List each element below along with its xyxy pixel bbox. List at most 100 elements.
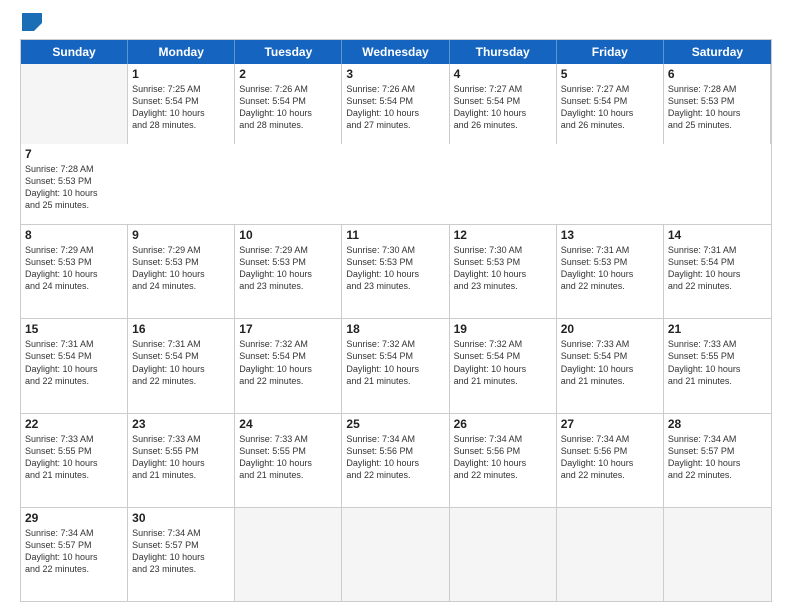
calendar-cell: 11Sunrise: 7:30 AM Sunset: 5:53 PM Dayli… bbox=[342, 225, 449, 318]
calendar-row: 1Sunrise: 7:25 AM Sunset: 5:54 PM Daylig… bbox=[21, 64, 771, 224]
calendar-cell: 23 Sunrise: 7:33 AM Sunset: 5:55 PM Dayli… bbox=[128, 414, 235, 507]
day-info: Sunrise: 7:34 AM Sunset: 5:57 PM Dayligh… bbox=[25, 527, 123, 576]
calendar: SundayMondayTuesdayWednesdayThursdayFrid… bbox=[20, 39, 772, 602]
day-info: Sunrise: 7:33 AM Sunset: 5:55 PM Dayligh… bbox=[132, 433, 230, 482]
weekday-header: Wednesday bbox=[342, 40, 449, 64]
day-info: Sunrise: 7:29 AM Sunset: 5:53 PM Dayligh… bbox=[132, 244, 230, 293]
calendar-cell: 20 Sunrise: 7:33 AM Sunset: 5:54 PM Dayli… bbox=[557, 319, 664, 412]
day-number: 23 bbox=[132, 417, 230, 431]
day-info: Sunrise: 7:31 AM Sunset: 5:53 PM Dayligh… bbox=[561, 244, 659, 293]
day-info: Sunrise: 7:32 AM Sunset: 5:54 PM Dayligh… bbox=[346, 338, 444, 387]
calendar-cell: 24 Sunrise: 7:33 AM Sunset: 5:55 PM Dayli… bbox=[235, 414, 342, 507]
calendar-cell: 17 Sunrise: 7:32 AM Sunset: 5:54 PM Dayli… bbox=[235, 319, 342, 412]
weekday-header: Saturday bbox=[664, 40, 771, 64]
calendar-cell: 1Sunrise: 7:25 AM Sunset: 5:54 PM Daylig… bbox=[128, 64, 235, 144]
calendar-cell: 30 Sunrise: 7:34 AM Sunset: 5:57 PM Dayli… bbox=[128, 508, 235, 601]
day-number: 21 bbox=[668, 322, 767, 336]
calendar-row: 29 Sunrise: 7:34 AM Sunset: 5:57 PM Dayli… bbox=[21, 507, 771, 601]
day-number: 25 bbox=[346, 417, 444, 431]
day-number: 4 bbox=[454, 67, 552, 81]
day-number: 27 bbox=[561, 417, 659, 431]
calendar-cell: 13Sunrise: 7:31 AM Sunset: 5:53 PM Dayli… bbox=[557, 225, 664, 318]
calendar-cell: 2 Sunrise: 7:26 AM Sunset: 5:54 PM Daylig… bbox=[235, 64, 342, 144]
calendar-cell bbox=[21, 64, 128, 144]
day-number: 7 bbox=[25, 147, 124, 161]
day-number: 6 bbox=[668, 67, 766, 81]
calendar-row: 22 Sunrise: 7:33 AM Sunset: 5:55 PM Dayli… bbox=[21, 413, 771, 507]
day-info: Sunrise: 7:33 AM Sunset: 5:55 PM Dayligh… bbox=[239, 433, 337, 482]
calendar-cell: 15 Sunrise: 7:31 AM Sunset: 5:54 PM Dayli… bbox=[21, 319, 128, 412]
calendar-cell: 8 Sunrise: 7:29 AM Sunset: 5:53 PM Daylig… bbox=[21, 225, 128, 318]
calendar-cell: 28 Sunrise: 7:34 AM Sunset: 5:57 PM Dayli… bbox=[664, 414, 771, 507]
calendar-cell: 22 Sunrise: 7:33 AM Sunset: 5:55 PM Dayli… bbox=[21, 414, 128, 507]
calendar-cell: 3Sunrise: 7:26 AM Sunset: 5:54 PM Daylig… bbox=[342, 64, 449, 144]
day-number: 12 bbox=[454, 228, 552, 242]
calendar-cell: 4 Sunrise: 7:27 AM Sunset: 5:54 PM Daylig… bbox=[450, 64, 557, 144]
calendar-cell bbox=[557, 508, 664, 601]
day-info: Sunrise: 7:33 AM Sunset: 5:55 PM Dayligh… bbox=[25, 433, 123, 482]
day-number: 15 bbox=[25, 322, 123, 336]
logo bbox=[20, 15, 42, 31]
day-info: Sunrise: 7:31 AM Sunset: 5:54 PM Dayligh… bbox=[25, 338, 123, 387]
day-number: 22 bbox=[25, 417, 123, 431]
logo-icon bbox=[22, 13, 42, 31]
day-info: Sunrise: 7:33 AM Sunset: 5:55 PM Dayligh… bbox=[668, 338, 767, 387]
calendar-cell: 26 Sunrise: 7:34 AM Sunset: 5:56 PM Dayli… bbox=[450, 414, 557, 507]
calendar-header: SundayMondayTuesdayWednesdayThursdayFrid… bbox=[21, 40, 771, 64]
day-info: Sunrise: 7:30 AM Sunset: 5:53 PM Dayligh… bbox=[346, 244, 444, 293]
day-number: 29 bbox=[25, 511, 123, 525]
day-number: 1 bbox=[132, 67, 230, 81]
day-number: 30 bbox=[132, 511, 230, 525]
day-number: 18 bbox=[346, 322, 444, 336]
day-info: Sunrise: 7:30 AM Sunset: 5:53 PM Dayligh… bbox=[454, 244, 552, 293]
calendar-cell: 10Sunrise: 7:29 AM Sunset: 5:53 PM Dayli… bbox=[235, 225, 342, 318]
calendar-cell: 7 Sunrise: 7:28 AM Sunset: 5:53 PM Daylig… bbox=[21, 144, 128, 224]
header bbox=[20, 15, 772, 31]
day-number: 8 bbox=[25, 228, 123, 242]
calendar-cell: 25 Sunrise: 7:34 AM Sunset: 5:56 PM Dayli… bbox=[342, 414, 449, 507]
day-info: Sunrise: 7:27 AM Sunset: 5:54 PM Dayligh… bbox=[561, 83, 659, 132]
day-number: 9 bbox=[132, 228, 230, 242]
calendar-cell: 12 Sunrise: 7:30 AM Sunset: 5:53 PM Dayli… bbox=[450, 225, 557, 318]
day-number: 5 bbox=[561, 67, 659, 81]
day-number: 3 bbox=[346, 67, 444, 81]
day-info: Sunrise: 7:32 AM Sunset: 5:54 PM Dayligh… bbox=[454, 338, 552, 387]
calendar-row: 15 Sunrise: 7:31 AM Sunset: 5:54 PM Dayli… bbox=[21, 318, 771, 412]
day-info: Sunrise: 7:27 AM Sunset: 5:54 PM Dayligh… bbox=[454, 83, 552, 132]
weekday-header: Tuesday bbox=[235, 40, 342, 64]
day-number: 17 bbox=[239, 322, 337, 336]
weekday-header: Thursday bbox=[450, 40, 557, 64]
calendar-cell: 18 Sunrise: 7:32 AM Sunset: 5:54 PM Dayli… bbox=[342, 319, 449, 412]
day-info: Sunrise: 7:34 AM Sunset: 5:56 PM Dayligh… bbox=[454, 433, 552, 482]
calendar-body: 1Sunrise: 7:25 AM Sunset: 5:54 PM Daylig… bbox=[21, 64, 771, 601]
day-info: Sunrise: 7:34 AM Sunset: 5:56 PM Dayligh… bbox=[346, 433, 444, 482]
calendar-cell bbox=[342, 508, 449, 601]
day-number: 28 bbox=[668, 417, 767, 431]
weekday-header: Monday bbox=[128, 40, 235, 64]
day-info: Sunrise: 7:34 AM Sunset: 5:57 PM Dayligh… bbox=[668, 433, 767, 482]
day-info: Sunrise: 7:26 AM Sunset: 5:54 PM Dayligh… bbox=[239, 83, 337, 132]
day-number: 19 bbox=[454, 322, 552, 336]
day-number: 2 bbox=[239, 67, 337, 81]
day-info: Sunrise: 7:33 AM Sunset: 5:54 PM Dayligh… bbox=[561, 338, 659, 387]
calendar-cell: 14Sunrise: 7:31 AM Sunset: 5:54 PM Dayli… bbox=[664, 225, 771, 318]
calendar-cell: 16Sunrise: 7:31 AM Sunset: 5:54 PM Dayli… bbox=[128, 319, 235, 412]
day-info: Sunrise: 7:32 AM Sunset: 5:54 PM Dayligh… bbox=[239, 338, 337, 387]
day-info: Sunrise: 7:34 AM Sunset: 5:56 PM Dayligh… bbox=[561, 433, 659, 482]
day-number: 20 bbox=[561, 322, 659, 336]
calendar-cell: 6Sunrise: 7:28 AM Sunset: 5:53 PM Daylig… bbox=[664, 64, 771, 144]
day-info: Sunrise: 7:29 AM Sunset: 5:53 PM Dayligh… bbox=[25, 244, 123, 293]
calendar-row: 8 Sunrise: 7:29 AM Sunset: 5:53 PM Daylig… bbox=[21, 224, 771, 318]
calendar-cell: 29 Sunrise: 7:34 AM Sunset: 5:57 PM Dayli… bbox=[21, 508, 128, 601]
day-number: 10 bbox=[239, 228, 337, 242]
weekday-header: Sunday bbox=[21, 40, 128, 64]
day-info: Sunrise: 7:28 AM Sunset: 5:53 PM Dayligh… bbox=[25, 163, 124, 212]
page: SundayMondayTuesdayWednesdayThursdayFrid… bbox=[0, 0, 792, 612]
calendar-cell: 19 Sunrise: 7:32 AM Sunset: 5:54 PM Dayli… bbox=[450, 319, 557, 412]
day-number: 24 bbox=[239, 417, 337, 431]
day-number: 26 bbox=[454, 417, 552, 431]
day-number: 14 bbox=[668, 228, 767, 242]
day-number: 16 bbox=[132, 322, 230, 336]
weekday-header: Friday bbox=[557, 40, 664, 64]
day-info: Sunrise: 7:34 AM Sunset: 5:57 PM Dayligh… bbox=[132, 527, 230, 576]
